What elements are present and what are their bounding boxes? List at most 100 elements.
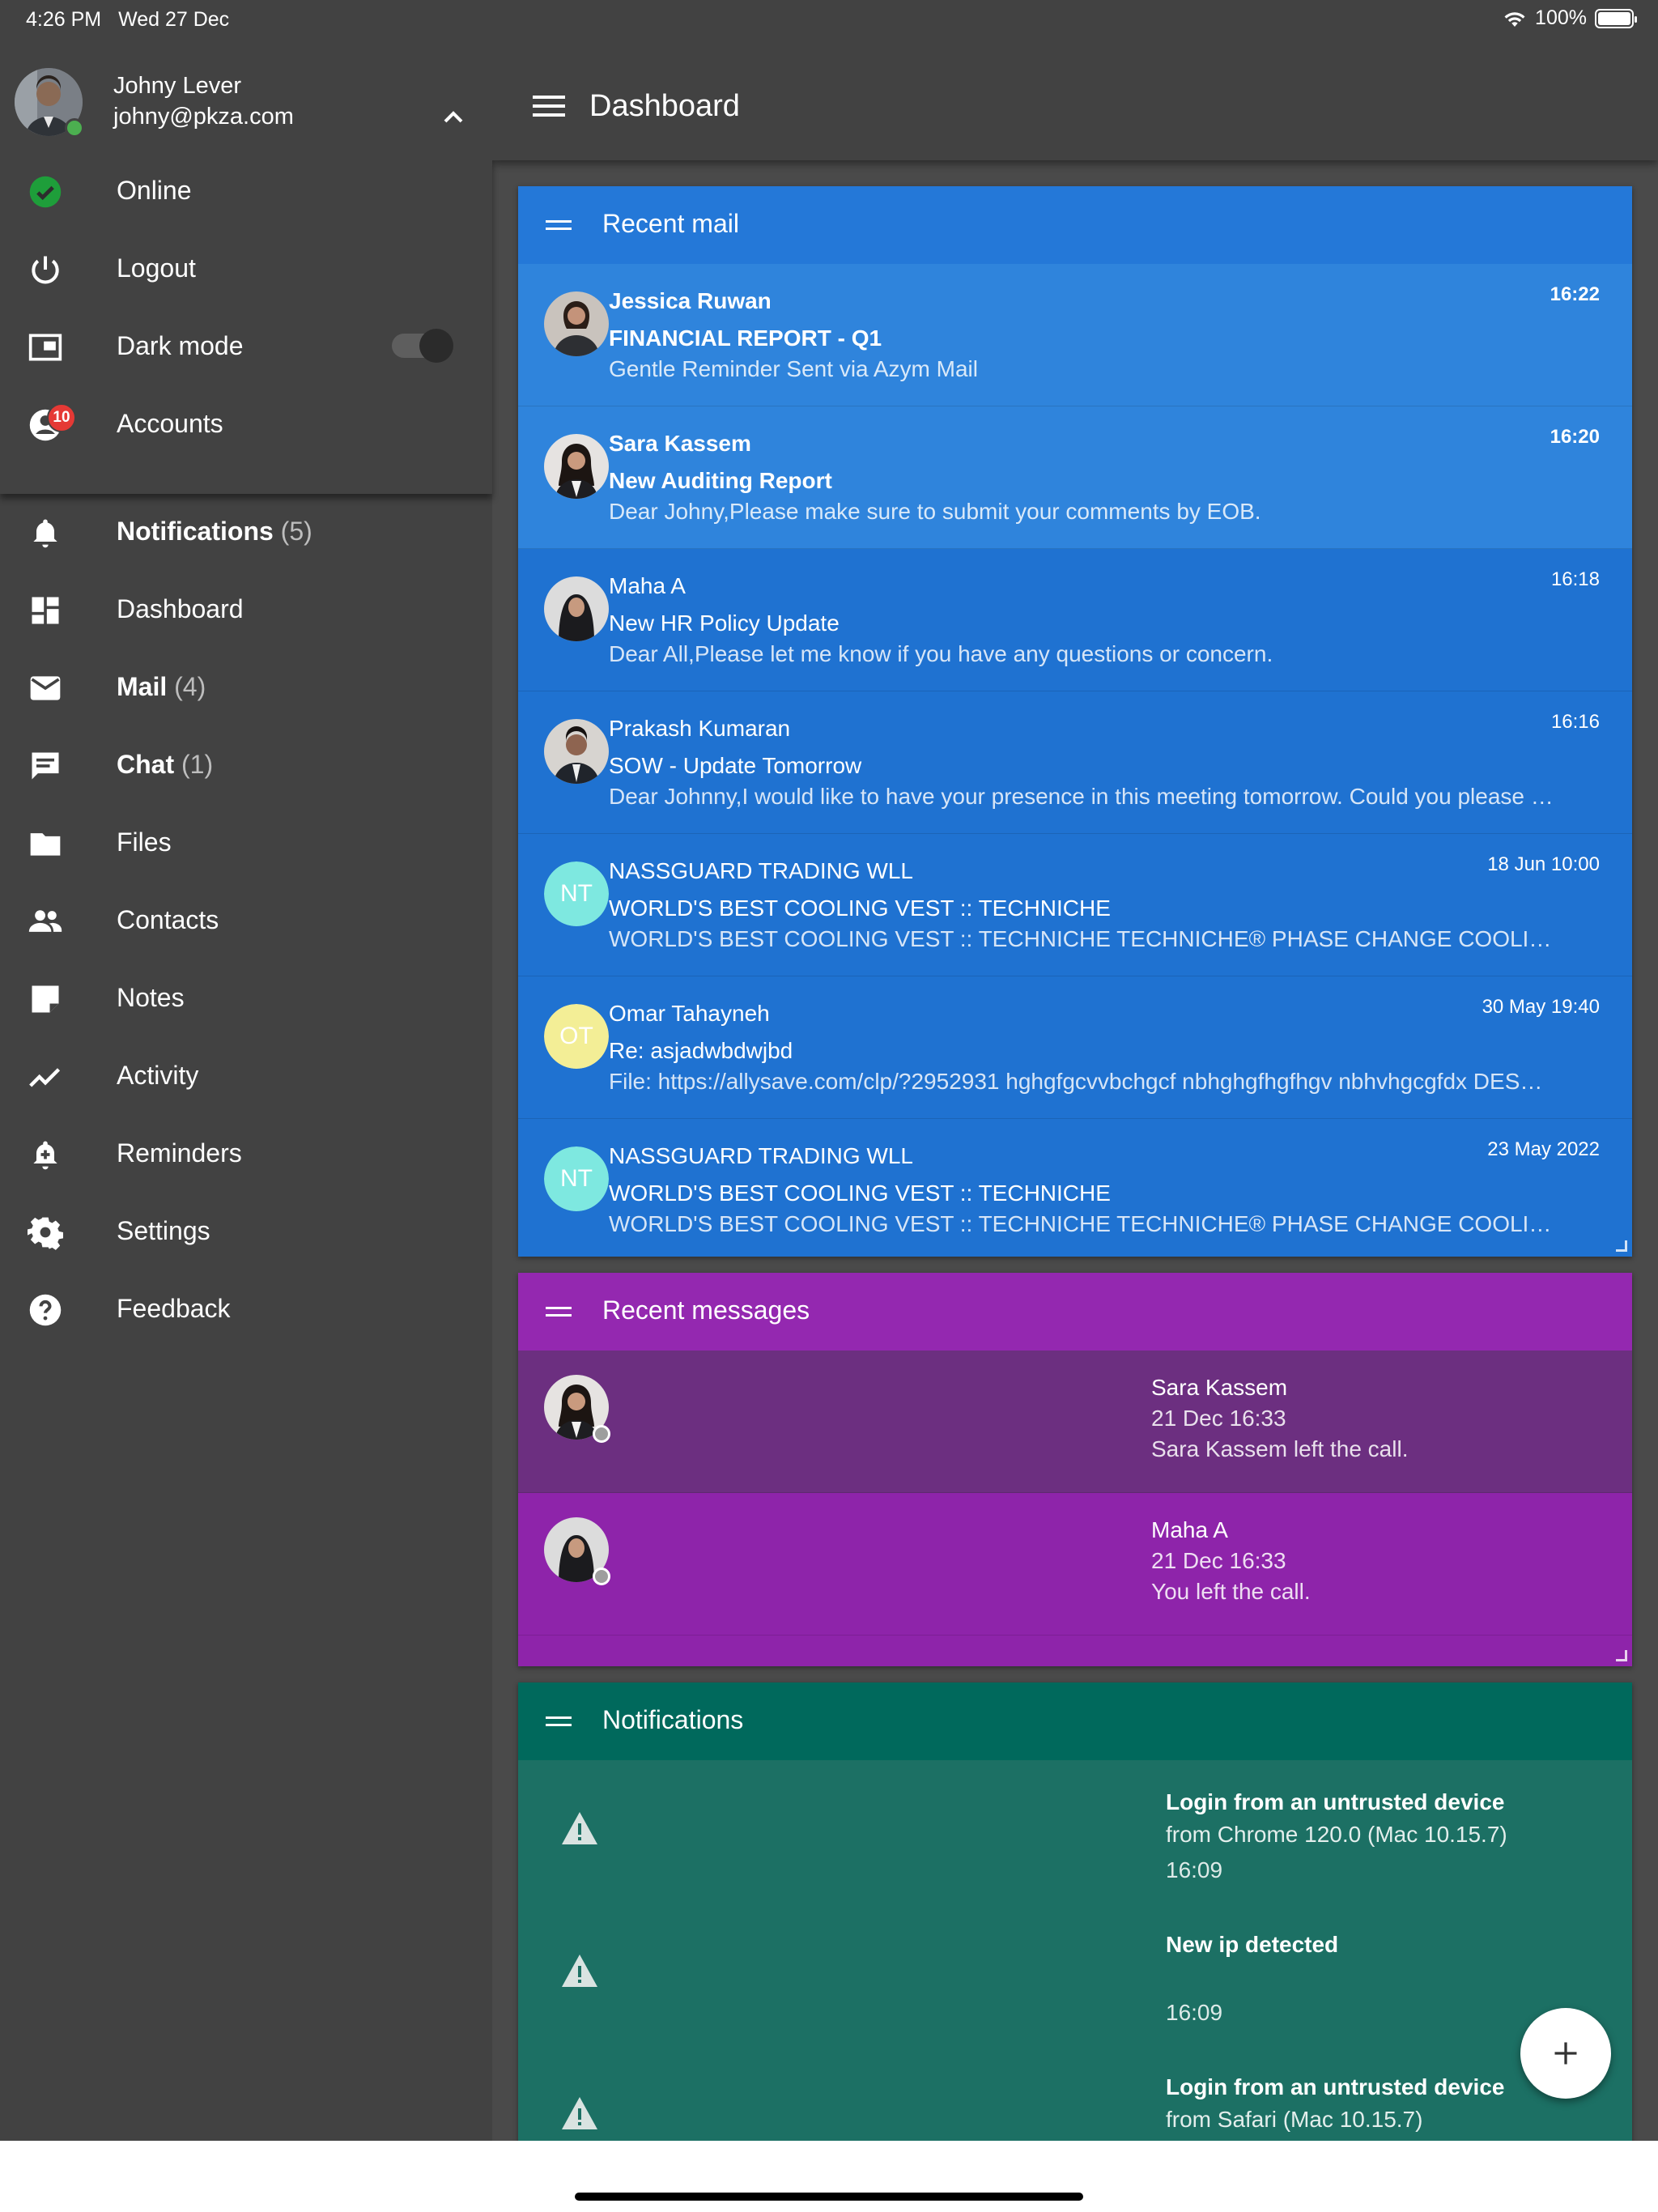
notification-item[interactable]: Login from an untrusted device from Chro…: [518, 1760, 1632, 1903]
status-right: 100%: [1503, 6, 1637, 30]
notification-time: 16:09: [1166, 2000, 1223, 2025]
add-button[interactable]: [1520, 2008, 1611, 2099]
nav-settings-label: Settings: [117, 1215, 210, 1245]
status-date: Wed 27 Dec: [118, 8, 230, 31]
page-title: Dashboard: [589, 89, 740, 123]
mail-preview: File: https://allysave.com/clp/?2952931 …: [609, 1069, 1543, 1094]
chevron-up-icon[interactable]: [437, 101, 470, 134]
mail-sender: Omar Tahayneh: [609, 1001, 770, 1026]
mail-item[interactable]: Maha A New HR Policy Update Dear All,Ple…: [518, 549, 1632, 691]
notification-item[interactable]: New ip detected 16:09: [518, 1903, 1632, 2045]
mail-sender: NASSGUARD TRADING WLL: [609, 1143, 913, 1168]
mail-time: 23 May 2022: [1487, 1138, 1600, 1160]
notifications-card: Notifications Login from an untrusted de…: [518, 1682, 1632, 2141]
person-photo-icon: [544, 291, 609, 356]
nav-settings[interactable]: Settings: [0, 1192, 492, 1270]
nav-chat[interactable]: Chat (1): [0, 725, 492, 803]
drag-handle-icon[interactable]: [546, 1305, 572, 1318]
menu-accounts-label: Accounts: [117, 408, 223, 438]
mail-preview: Dear All,Please let me know if you have …: [609, 641, 1273, 666]
mail-sender: Sara Kassem: [609, 431, 751, 456]
warning-icon: [560, 1810, 599, 1846]
menu-logout-label: Logout: [117, 253, 196, 283]
menu-dark-mode-label: Dark mode: [117, 330, 244, 360]
menu-logout[interactable]: Logout: [0, 229, 492, 307]
message-item[interactable]: Maha A 21 Dec 16:33 You left the call.: [518, 1493, 1632, 1636]
nav-dashboard-label: Dashboard: [117, 593, 244, 623]
nav-notifications-label: Notifications (5): [117, 517, 312, 547]
notification-item[interactable]: Login from an untrusted device from Safa…: [518, 2045, 1632, 2141]
dark-mode-toggle[interactable]: [392, 329, 453, 363]
message-sender: Maha A: [1151, 1517, 1228, 1542]
message-item[interactable]: Sara Kassem 21 Dec 16:33 Sara Kassem lef…: [518, 1351, 1632, 1493]
recent-messages-title: Recent messages: [602, 1295, 810, 1325]
person-photo-icon: [544, 576, 609, 641]
warning-icon: [560, 1953, 599, 1989]
sidebar: Johny Lever johny@pkza.com Online Logout…: [0, 0, 492, 2141]
mail-item[interactable]: Sara Kassem New Auditing Report Dear Joh…: [518, 406, 1632, 549]
nav-reminders-label: Reminders: [117, 1138, 242, 1168]
mail-subject: New HR Policy Update: [609, 610, 840, 636]
status-left: 4:26 PM Wed 27 Dec: [26, 8, 240, 32]
avatar: OT: [544, 1004, 609, 1069]
recent-messages-header: Recent messages: [518, 1273, 1632, 1351]
nav-dashboard[interactable]: Dashboard: [0, 570, 492, 648]
battery-fill: [1598, 11, 1630, 25]
plus-icon: [1554, 2042, 1577, 2065]
hamburger-icon[interactable]: [533, 94, 565, 118]
home-indicator[interactable]: [575, 2193, 1083, 2201]
mail-time: 16:18: [1550, 568, 1600, 590]
resize-handle-icon[interactable]: [1616, 1240, 1627, 1252]
avatar: [544, 291, 609, 356]
avatar: NT: [544, 1146, 609, 1211]
notification-detail: from Safari (Mac 10.15.7): [1166, 2107, 1423, 2132]
main-content: Dashboard Recent mail Jessica Ruwan FINA…: [492, 0, 1658, 2141]
bell-icon: [28, 515, 63, 551]
online-status-dot: [65, 118, 84, 138]
warning-icon: [560, 2095, 599, 2131]
avatar: NT: [544, 861, 609, 926]
help-icon: [28, 1292, 63, 1328]
presence-dot: [593, 1425, 610, 1443]
mail-subject: FINANCIAL REPORT - Q1: [609, 325, 882, 351]
mail-time: 16:22: [1550, 283, 1600, 305]
nav-activity[interactable]: Activity: [0, 1036, 492, 1114]
mail-item[interactable]: NT NASSGUARD TRADING WLL WORLD'S BEST CO…: [518, 834, 1632, 976]
battery-percent: 100%: [1535, 6, 1587, 29]
nav-files[interactable]: Files: [0, 803, 492, 881]
resize-handle-icon[interactable]: [1616, 1650, 1627, 1661]
nav-mail[interactable]: Mail (4): [0, 648, 492, 725]
drag-handle-icon[interactable]: [546, 219, 572, 232]
nav-notes[interactable]: Notes: [0, 959, 492, 1036]
menu-online[interactable]: Online: [0, 151, 492, 229]
message-time: 21 Dec 16:33: [1151, 1406, 1286, 1431]
mail-item[interactable]: NT NASSGUARD TRADING WLL WORLD'S BEST CO…: [518, 1119, 1632, 1257]
nav-reminders[interactable]: Reminders: [0, 1114, 492, 1192]
avatar: [544, 719, 609, 784]
gear-icon: [28, 1214, 63, 1250]
nav-feedback[interactable]: Feedback: [0, 1270, 492, 1347]
mail-preview: Dear Johny,Please make sure to submit yo…: [609, 499, 1261, 524]
drag-handle-icon[interactable]: [546, 1715, 572, 1728]
profile-avatar[interactable]: [15, 68, 84, 138]
nav-notifications[interactable]: Notifications (5): [0, 492, 492, 570]
menu-dark-mode[interactable]: Dark mode: [0, 307, 492, 385]
nav-mail-label: Mail (4): [117, 672, 206, 702]
profile-name: Johny Lever: [113, 73, 241, 99]
notification-time: 16:09: [1166, 1857, 1223, 1882]
toggle-knob: [419, 329, 453, 363]
menu-online-label: Online: [117, 175, 192, 205]
nav-contacts[interactable]: Contacts: [0, 881, 492, 959]
mail-preview: Dear Johnny,I would like to have your pr…: [609, 784, 1554, 809]
mail-item[interactable]: Prakash Kumaran SOW - Update Tomorrow De…: [518, 691, 1632, 834]
presence-dot: [593, 1568, 610, 1585]
mail-preview: WORLD'S BEST COOLING VEST :: TECHNICHE T…: [609, 926, 1564, 951]
recent-messages-card: Recent messages Sara Kassem 21 Dec 16:33…: [518, 1273, 1632, 1666]
profile-email: johny@pkza.com: [113, 104, 294, 130]
message-text: Sara Kassem left the call.: [1151, 1436, 1409, 1461]
avatar-initials: NT: [544, 861, 609, 926]
mail-item[interactable]: Jessica Ruwan FINANCIAL REPORT - Q1 Gent…: [518, 264, 1632, 406]
nav-activity-label: Activity: [117, 1060, 199, 1090]
mail-time: 16:16: [1550, 711, 1600, 733]
mail-item[interactable]: OT Omar Tahayneh Re: asjadwbdwjbd File: …: [518, 976, 1632, 1119]
